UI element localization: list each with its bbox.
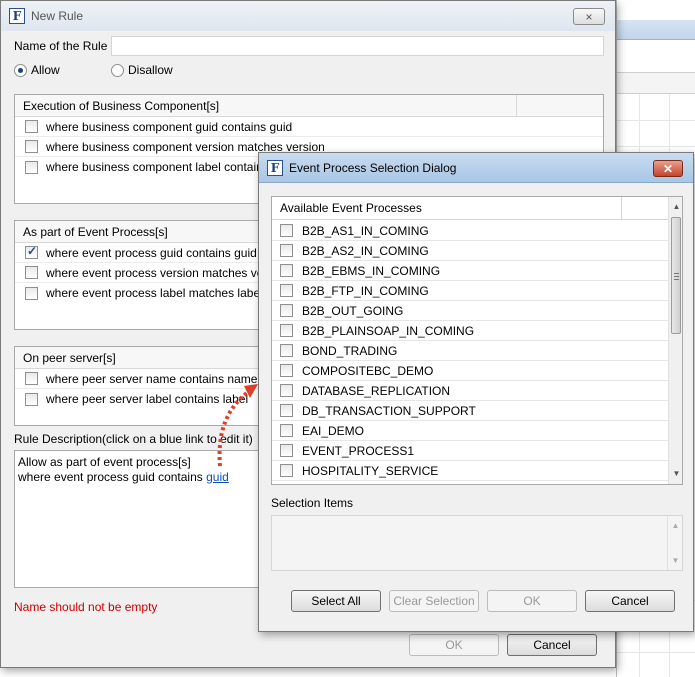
scroll-thumb[interactable] [671,217,681,334]
process-name: B2B_AS1_IN_COMING [302,223,429,238]
selection-scrollbar[interactable]: ▲ ▼ [667,516,682,570]
list-scrollbar[interactable]: ▲ ▼ [668,197,682,484]
list-item[interactable]: B2B_FTP_IN_COMING [272,281,668,301]
bc-guid-checkbox[interactable] [25,120,38,133]
process-checkbox[interactable] [280,244,293,257]
list-item[interactable]: B2B_EBMS_IN_COMING [272,261,668,281]
process-name: B2B_FTP_IN_COMING [302,283,429,298]
list-item[interactable]: COMPOSITEBC_DEMO [272,361,668,381]
business-component-header: Execution of Business Component[s] [15,95,603,117]
allow-radio-option[interactable]: Allow [14,63,60,77]
list-item[interactable]: B2B_PLAINSOAP_IN_COMING [272,321,668,341]
rule-name-input[interactable] [111,36,604,56]
process-name: DB_TRANSACTION_SUPPORT [302,403,476,418]
close-icon: ✕ [662,161,674,176]
process-name: B2B_EBMS_IN_COMING [302,263,441,278]
condition-label: where event process label matches label [46,286,263,300]
ep-label-checkbox[interactable] [25,286,38,300]
process-name: HOSPITALITY_SERVICE [302,463,439,478]
disallow-label: Disallow [128,63,173,77]
process-name: EAI_DEMO [302,423,365,438]
process-checkbox[interactable] [280,304,293,317]
list-item[interactable]: BOND_TRADING [272,341,668,361]
dialog-close-button[interactable]: ✕ [653,160,683,177]
process-checkbox[interactable] [280,384,293,397]
process-name: BOND_TRADING [302,343,398,358]
event-process-selection-dialog: F Event Process Selection Dialog ✕ Avail… [258,152,694,632]
process-checkbox[interactable] [280,404,293,417]
process-name: B2B_PLAINSOAP_IN_COMING [302,323,475,338]
allow-radio[interactable] [14,63,27,77]
process-checkbox[interactable] [280,284,293,297]
available-processes-list: Available Event Processes B2B_AS1_IN_COM… [271,196,683,485]
bc-version-checkbox[interactable] [25,140,38,153]
list-item[interactable]: B2B_AS2_IN_COMING [272,241,668,261]
process-items: B2B_AS1_IN_COMING B2B_AS2_IN_COMING B2B_EB… [272,221,668,481]
process-name: EVENT_PROCESS1 [302,443,415,458]
condition-label: where business component label contains [46,160,269,174]
new-rule-cancel-button[interactable]: Cancel [507,634,597,656]
select-all-button[interactable]: Select All [291,590,381,612]
ep-version-checkbox[interactable] [25,266,38,279]
process-checkbox[interactable] [280,424,293,437]
process-checkbox[interactable] [280,364,293,377]
process-checkbox[interactable] [280,464,293,477]
condition-label: where event process guid contains guid [46,245,257,260]
scroll-down-arrow[interactable]: ▼ [668,553,683,568]
close-icon: × [585,9,593,24]
list-header: Available Event Processes [272,197,668,220]
ps-label-checkbox[interactable] [25,392,38,406]
scroll-up-arrow[interactable]: ▲ [668,518,683,533]
scroll-up-arrow[interactable]: ▲ [669,199,682,214]
process-checkbox[interactable] [280,224,293,237]
new-rule-titlebar[interactable]: F New Rule × [1,1,615,31]
condition-label: where peer server name contains name [46,371,258,386]
bc-label-checkbox[interactable] [25,160,38,174]
disallow-radio[interactable] [111,63,124,77]
dialog-cancel-button[interactable]: Cancel [585,590,675,612]
list-item[interactable]: HOSPITALITY_SERVICE [272,461,668,481]
allow-label: Allow [31,63,60,77]
app-icon: F [267,159,283,176]
selection-items-label: Selection Items [271,496,354,510]
list-item[interactable]: DATABASE_REPLICATION [272,381,668,401]
process-checkbox[interactable] [280,324,293,337]
list-item[interactable]: DB_TRANSACTION_SUPPORT [272,401,668,421]
error-message: Name should not be empty [14,600,158,614]
ep-guid-checkbox[interactable] [25,244,38,259]
process-checkbox[interactable] [280,444,293,457]
window-title: New Rule [31,9,84,23]
selection-items-box: ▲ ▼ [271,515,683,571]
list-item[interactable]: B2B_OUT_GOING [272,301,668,321]
dialog-title: Event Process Selection Dialog [289,160,457,175]
app-icon: F [9,8,25,24]
close-button[interactable]: × [573,8,605,25]
process-name: B2B_OUT_GOING [302,303,404,318]
list-item[interactable]: EAI_DEMO [272,421,668,441]
process-name: B2B_AS2_IN_COMING [302,243,429,258]
dialog-ok-button[interactable]: OK [487,590,577,612]
scroll-down-arrow[interactable]: ▼ [669,466,682,481]
list-item[interactable]: EVENT_PROCESS1 [272,441,668,461]
process-checkbox[interactable] [280,344,293,357]
process-name: DATABASE_REPLICATION [302,383,451,398]
disallow-radio-option[interactable]: Disallow [111,63,173,77]
condition-label: where event process version matches ver [46,265,268,280]
new-rule-ok-button[interactable]: OK [409,634,499,656]
guid-link[interactable]: guid [206,470,229,484]
process-name: COMPOSITEBC_DEMO [302,363,434,378]
list-item[interactable]: B2B_AS1_IN_COMING [272,221,668,241]
rule-name-label: Name of the Rule [14,39,108,53]
event-dialog-titlebar[interactable]: F Event Process Selection Dialog ✕ [259,153,693,183]
condition-label: where peer server label contains label [46,392,249,406]
condition-label: where business component guid contains g… [46,119,293,134]
process-checkbox[interactable] [280,264,293,277]
rule-row[interactable]: where business component guid contains g… [15,117,603,137]
ps-name-checkbox[interactable] [25,372,38,385]
clear-selection-button[interactable]: Clear Selection [389,590,479,612]
rule-description-label: Rule Description(click on a blue link to… [14,432,253,446]
